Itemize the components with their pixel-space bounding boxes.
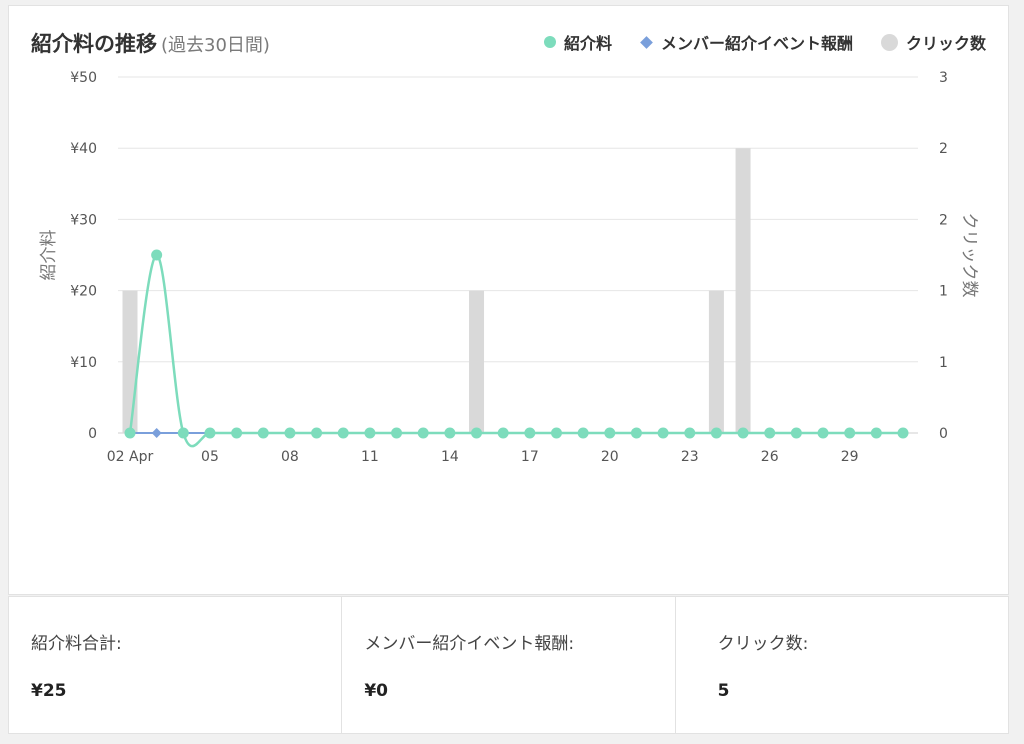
click-count-bar xyxy=(708,290,724,433)
referral-fee-point xyxy=(870,427,882,439)
y-right-tick-label: 3 xyxy=(939,70,948,86)
x-tick-label: 23 xyxy=(681,449,699,465)
referral-fee-point xyxy=(684,427,696,439)
referral-fee-point xyxy=(737,427,749,439)
y-left-tick-label: 0 xyxy=(88,426,97,442)
referral-fee-point xyxy=(364,427,376,439)
referral-fee-point xyxy=(604,427,616,439)
referral-fee-point xyxy=(764,427,776,439)
stat-label: 紹介料合計: xyxy=(31,634,122,654)
y-right-tick-label: 2 xyxy=(939,141,948,157)
referral-fee-point xyxy=(524,427,536,439)
referral-fee-point xyxy=(897,427,909,439)
y-left-tick-label: ¥10 xyxy=(70,355,97,371)
referral-fee-point xyxy=(817,427,829,439)
stat-value: 5 xyxy=(717,681,730,701)
referral-fee-point xyxy=(657,427,669,439)
y-left-tick-label: ¥20 xyxy=(70,284,97,300)
stat-clicks: クリック数: 5 xyxy=(676,597,1008,733)
y-right-tick-label: 0 xyxy=(939,426,948,442)
x-tick-label: 29 xyxy=(841,449,859,465)
stat-label: メンバー紹介イベント報酬: xyxy=(364,634,575,654)
x-tick-label: 17 xyxy=(521,449,539,465)
y-right-tick-label: 1 xyxy=(939,284,948,300)
stat-value: ¥0 xyxy=(364,681,388,701)
stat-value: ¥25 xyxy=(31,681,67,701)
referral-fee-point xyxy=(177,427,189,439)
x-tick-label: 02 Apr xyxy=(107,449,154,465)
stat-label: クリック数: xyxy=(717,634,809,654)
referral-fee-point xyxy=(550,427,562,439)
referral-fee-point xyxy=(204,427,216,439)
y-left-tick-label: ¥40 xyxy=(70,141,97,157)
referral-fee-point xyxy=(124,427,136,439)
referral-fee-point xyxy=(337,427,349,439)
referral-fee-point xyxy=(630,427,642,439)
x-tick-label: 08 xyxy=(281,449,299,465)
referral-fee-point xyxy=(444,427,456,439)
referral-fee-point xyxy=(391,427,403,439)
stats-panel: 紹介料合計: ¥25 メンバー紹介イベント報酬: ¥0 クリック数: 5 xyxy=(8,596,1009,734)
y-left-tick-label: ¥50 xyxy=(70,70,97,86)
x-tick-label: 20 xyxy=(601,449,619,465)
referral-fee-point xyxy=(151,249,163,261)
x-tick-label: 14 xyxy=(441,449,459,465)
y-left-axis-label: 紹介料 xyxy=(39,230,59,281)
referral-fee-point xyxy=(311,427,323,439)
x-tick-label: 11 xyxy=(361,449,379,465)
referral-fee-point xyxy=(710,427,722,439)
member-reward-point xyxy=(151,428,162,438)
referral-fee-point xyxy=(257,427,269,439)
chart-plot: ¥50 3 ¥40 2 ¥30 2 ¥20 1 ¥10 1 0 0 紹介料 クリック数 02 Apr 05 08… xyxy=(39,70,979,465)
referral-fee-line xyxy=(128,253,903,448)
referral-fee-point xyxy=(844,427,856,439)
referral-fee-point xyxy=(284,427,296,439)
referral-fee-point xyxy=(471,427,483,439)
stat-member-reward: メンバー紹介イベント報酬: ¥0 xyxy=(342,597,676,733)
y-right-tick-label: 1 xyxy=(939,355,948,371)
referral-fee-point xyxy=(231,427,243,439)
x-tick-label: 26 xyxy=(761,449,779,465)
referral-fee-point xyxy=(790,427,802,439)
y-right-axis-label: クリック数 xyxy=(959,213,979,298)
click-count-bar xyxy=(469,290,485,433)
referral-fee-point xyxy=(577,427,589,439)
referral-fee-point xyxy=(417,427,429,439)
stat-referral-total: 紹介料合計: ¥25 xyxy=(9,597,343,733)
click-count-bar xyxy=(735,148,751,433)
y-left-tick-label: ¥30 xyxy=(70,212,97,228)
referral-fee-point xyxy=(497,427,509,439)
y-right-tick-label: 2 xyxy=(939,212,948,228)
click-count-bar xyxy=(122,290,138,433)
x-tick-label: 05 xyxy=(201,449,219,465)
